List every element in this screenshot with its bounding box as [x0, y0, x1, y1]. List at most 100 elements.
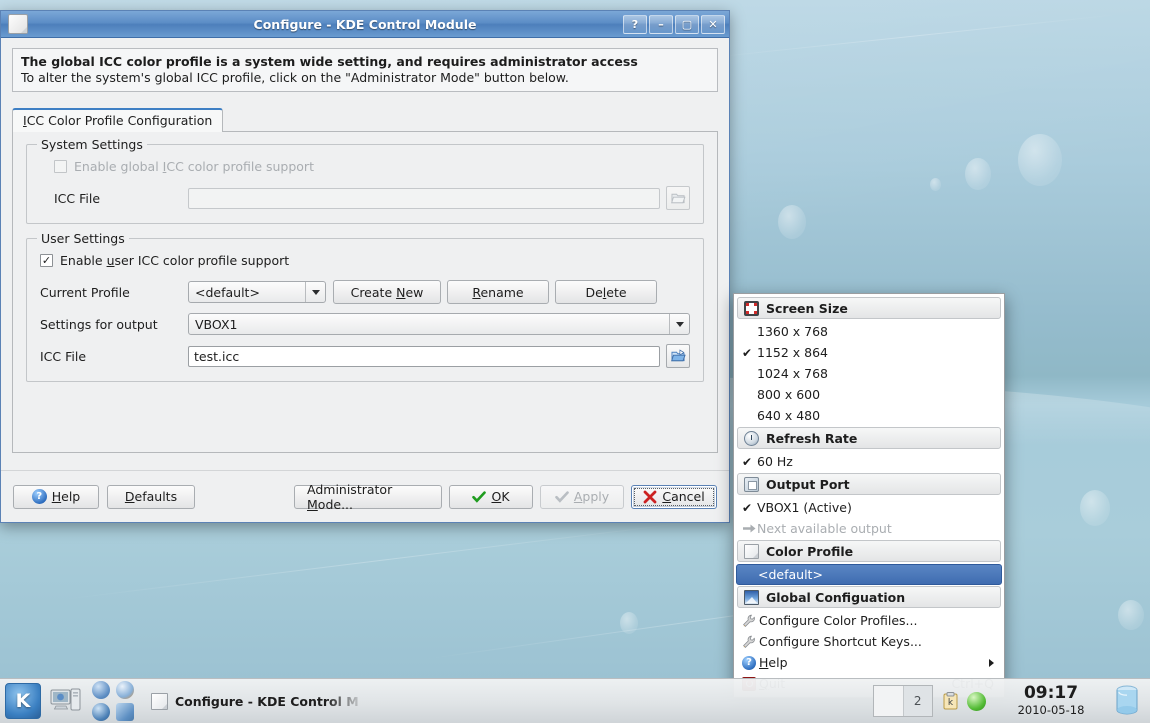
enable-user-icc-checkbox[interactable]: ✓ Enable user ICC color profile support	[40, 253, 289, 268]
checkbox-label: Enable user ICC color profile support	[60, 253, 290, 268]
digital-clock[interactable]: 09:17 2010-05-18	[996, 684, 1106, 718]
tab-bar: ICC Color Profile Configuration	[12, 108, 718, 132]
user-icc-file-input[interactable]: test.icc	[188, 345, 660, 367]
delete-button[interactable]: Delete	[555, 280, 657, 304]
clock-time: 09:17	[1023, 683, 1079, 703]
dolphin-icon[interactable]	[91, 702, 110, 721]
network-icon[interactable]	[116, 702, 135, 721]
menu-item-1024x768[interactable]: 1024 x 768	[736, 363, 1002, 384]
settings-for-output-combobox[interactable]: VBOX1	[188, 313, 690, 335]
konqueror-icon[interactable]	[91, 681, 110, 700]
status-green-icon[interactable]	[967, 691, 986, 711]
system-settings-group: System Settings Enable global ICC color …	[26, 137, 704, 224]
user-settings-group: User Settings ✓ Enable user ICC color pr…	[26, 231, 704, 382]
tab-icc-color-profile-configuration[interactable]: ICC Color Profile Configuration	[12, 108, 224, 132]
pager-desktop-2[interactable]: 2	[903, 686, 932, 716]
help-button[interactable]: ? Help	[13, 484, 99, 509]
close-window-button[interactable]: ✕	[701, 14, 725, 34]
info-detail: To alter the system's global ICC profile…	[21, 70, 569, 85]
menu-item-640x480[interactable]: 640 x 480	[736, 405, 1002, 426]
chevron-down-icon	[305, 282, 325, 302]
window-title: Configure - KDE Control Module	[253, 16, 477, 32]
info-banner: The global ICC color profile is a system…	[12, 48, 718, 92]
dialog-body: The global ICC color profile is a system…	[1, 38, 729, 453]
svg-text:k: k	[948, 698, 954, 708]
checkbox-label: Enable global ICC color profile support	[74, 159, 314, 174]
wallpaper-bubble	[1018, 134, 1062, 186]
administrator-mode-label: Administrator Mode...	[307, 481, 393, 512]
rename-button[interactable]: Rename	[447, 280, 549, 304]
current-profile-combobox[interactable]: <default>	[188, 281, 326, 303]
menu-item-label: VBOX1 (Active)	[757, 500, 852, 515]
help-label: Help	[51, 489, 81, 504]
menu-header-screen-size: Screen Size	[737, 297, 1001, 319]
menu-header-refresh-rate: Refresh Rate	[737, 427, 1001, 449]
ok-label: OK	[491, 489, 510, 504]
wallpaper-streak	[62, 521, 698, 600]
menu-header-label: Screen Size	[766, 300, 848, 316]
check-icon	[555, 490, 569, 503]
computer-icon	[50, 688, 81, 711]
user-settings-group-label: User Settings	[37, 231, 129, 246]
klipper-icon[interactable]: k	[941, 691, 960, 711]
user-icc-file-browse-button[interactable]	[666, 344, 690, 368]
menu-item-label: Configure Color Profiles...	[759, 613, 918, 628]
ok-button[interactable]: OK	[449, 484, 533, 509]
clock-date: 2010-05-18	[1017, 703, 1085, 717]
chevron-down-icon	[669, 314, 689, 334]
menu-item-default-profile[interactable]: <default>	[736, 564, 1002, 585]
kmail-icon[interactable]	[116, 681, 135, 700]
administrator-mode-button[interactable]: Administrator Mode...	[294, 481, 442, 512]
menu-item-next-available-output[interactable]: Next available output	[736, 518, 1002, 539]
settings-for-output-label: Settings for output	[40, 316, 158, 332]
menu-item-vbox1-active[interactable]: ✔ VBOX1 (Active)	[736, 497, 1002, 518]
menu-item-1152x864[interactable]: ✔ 1152 x 864	[736, 342, 1002, 363]
menu-item-1360x768[interactable]: 1360 x 768	[736, 321, 1002, 342]
taskbar-panel: K Configure - KDE Control M 2 k 09:17 20…	[0, 678, 1150, 723]
menu-item-60hz[interactable]: ✔ 60 Hz	[736, 451, 1002, 472]
defaults-button[interactable]: Defaults	[107, 484, 195, 509]
desktop-pager[interactable]: 2	[873, 685, 933, 717]
krandrtray-popup-menu: Screen Size 1360 x 768 ✔ 1152 x 864 1024…	[733, 293, 1005, 698]
check-mark: ✔	[742, 454, 753, 469]
show-desktop-launcher[interactable]	[49, 685, 83, 717]
settings-for-output-value: VBOX1	[195, 316, 238, 332]
maximize-window-button[interactable]: ▢	[675, 14, 699, 34]
system-icc-file-label: ICC File	[54, 190, 101, 206]
global-config-icon	[744, 589, 759, 605]
tab-label: CC Color Profile Configuration	[26, 113, 213, 128]
system-icc-file-input[interactable]	[188, 187, 660, 209]
wallpaper-streak	[701, 14, 1119, 59]
apply-button[interactable]: Apply	[540, 484, 624, 509]
trash-icon[interactable]	[1112, 684, 1142, 718]
enable-global-icc-checkbox[interactable]: Enable global ICC color profile support	[54, 159, 314, 174]
taskbar-item-configure[interactable]: Configure - KDE Control M	[145, 686, 369, 716]
menu-item-label: Configure Shortcut Keys...	[759, 634, 922, 649]
pager-desktop-1[interactable]	[874, 686, 904, 716]
system-icc-file-browse-button[interactable]	[666, 186, 690, 210]
cancel-button[interactable]: Cancel	[631, 484, 717, 509]
wrench-icon	[742, 635, 759, 649]
help-window-button[interactable]: ?	[623, 14, 647, 34]
create-new-label: Create New	[350, 284, 424, 300]
menu-item-label: Next available output	[757, 521, 892, 536]
dialog-title-bar[interactable]: Configure - KDE Control Module ? – ▢ ✕	[1, 11, 729, 38]
checkbox-box: ✓	[40, 254, 53, 267]
menu-item-configure-color-profiles[interactable]: Configure Color Profiles...	[736, 610, 1002, 631]
wrench-icon	[742, 614, 759, 628]
menu-header-label: Refresh Rate	[766, 430, 858, 446]
current-profile-value: <default>	[195, 284, 260, 300]
quick-launch-group	[89, 680, 137, 722]
menu-item-configure-shortcut-keys[interactable]: Configure Shortcut Keys...	[736, 631, 1002, 652]
kde-menu-button[interactable]: K	[5, 683, 41, 719]
menu-item-help[interactable]: ? Help	[736, 652, 1002, 673]
current-profile-label: Current Profile	[40, 284, 130, 300]
menu-item-800x600[interactable]: 800 x 600	[736, 384, 1002, 405]
minimize-window-button[interactable]: –	[649, 14, 673, 34]
menu-header-label: Color Profile	[766, 543, 854, 559]
wallpaper-bubble	[930, 178, 941, 191]
delete-label: Delete	[585, 284, 627, 300]
create-new-button[interactable]: Create New	[333, 280, 441, 304]
menu-item-label: <default>	[758, 567, 823, 582]
wallpaper-bubble	[1080, 490, 1110, 526]
